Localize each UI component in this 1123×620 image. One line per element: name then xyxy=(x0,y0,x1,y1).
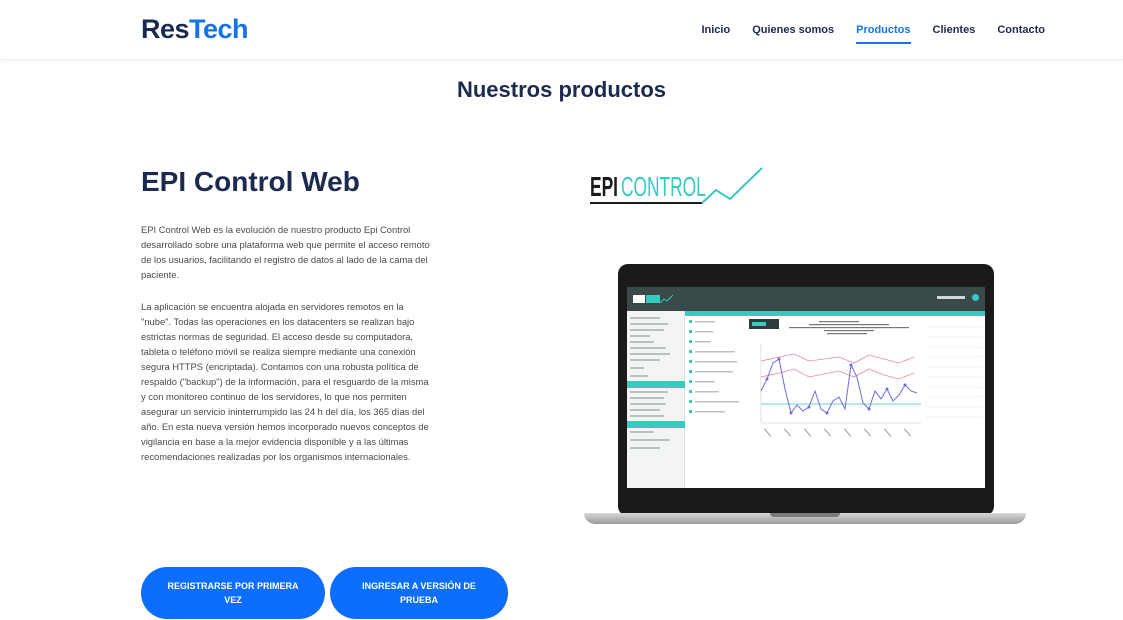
nav-clientes[interactable]: Clientes xyxy=(933,24,976,44)
app-user-label xyxy=(937,296,965,299)
app-sidebar xyxy=(627,311,685,488)
app-settings-icon xyxy=(972,294,979,301)
section-title: Nuestros productos xyxy=(456,77,667,102)
restech-logo[interactable]: ResTech xyxy=(141,14,249,45)
logo-res: Res xyxy=(141,14,190,44)
epi-logo-part1: EPI xyxy=(590,171,618,202)
nav-productos[interactable]: Productos xyxy=(856,24,911,44)
app-chart xyxy=(749,319,925,449)
app-right-list xyxy=(927,317,982,457)
product-description-1: EPI Control Web es la evolución de nuest… xyxy=(141,224,430,280)
nav-quienes-somos[interactable]: Quienes somos xyxy=(752,24,834,44)
app-topbar xyxy=(627,287,985,311)
register-button[interactable]: REGISTRARSE POR PRIMERA VEZ xyxy=(141,567,325,619)
product-title: EPI Control Web xyxy=(141,166,360,197)
logo-tech: Tech xyxy=(189,14,249,44)
app-accent-bar xyxy=(685,311,985,316)
app-indicator-list xyxy=(689,317,745,427)
laptop-notch xyxy=(770,513,840,517)
laptop-lid xyxy=(618,264,994,516)
laptop-mockup-icon xyxy=(584,264,1026,530)
main-nav: Inicio Quienes somos Productos Clientes … xyxy=(701,24,1045,44)
trial-button[interactable]: INGRESAR A VERSIÓN DE PRUEBA xyxy=(330,567,508,619)
app-logo-icon xyxy=(633,294,673,304)
site-header: ResTech Inicio Quienes somos Productos C… xyxy=(0,0,1123,60)
nav-contacto[interactable]: Contacto xyxy=(997,24,1045,44)
nav-inicio[interactable]: Inicio xyxy=(701,24,730,44)
laptop-screen xyxy=(627,287,985,488)
epi-logo-part2: CONTROL xyxy=(621,171,706,202)
product-description-2: La aplicación se encuentra alojada en se… xyxy=(141,301,429,462)
epi-control-logo: EPI CONTROL xyxy=(590,162,770,208)
